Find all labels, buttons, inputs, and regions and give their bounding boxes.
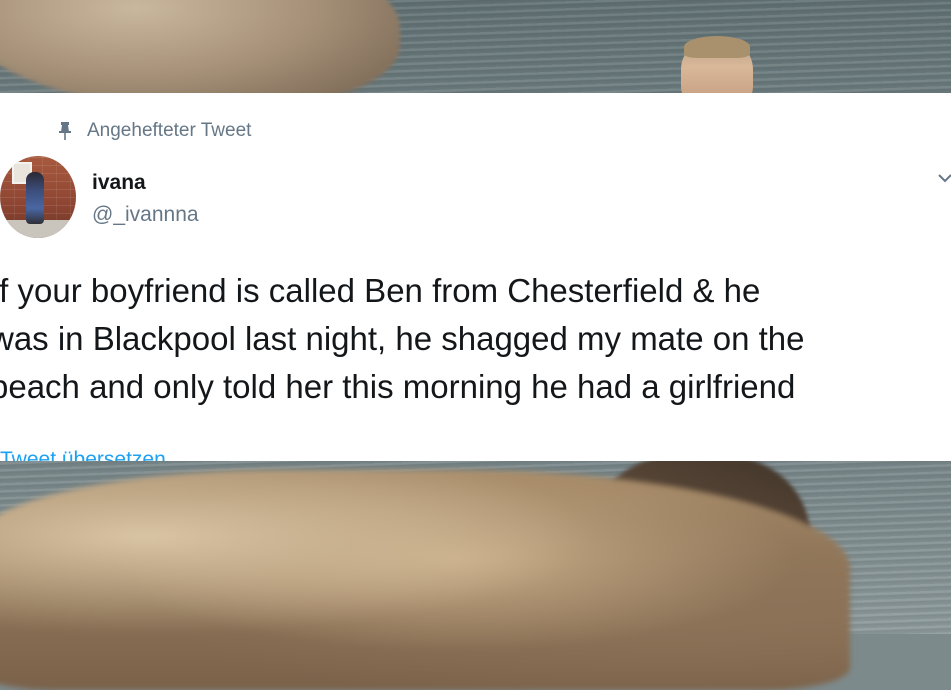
tweet-text: If your boyfriend is called Ben from Che… [0, 272, 805, 405]
pin-icon [59, 122, 71, 140]
avatar[interactable] [0, 156, 76, 238]
display-name[interactable]: ivana [92, 171, 146, 195]
person-hair [684, 36, 750, 58]
rock-bottom [0, 470, 850, 690]
tweet-card[interactable]: Angehefteter Tweet ivana @_ivannna If yo… [0, 93, 951, 461]
pinned-tweet-label: Angehefteter Tweet [87, 120, 252, 141]
chevron-down-icon[interactable] [938, 173, 951, 183]
pinned-tweet-row: Angehefteter Tweet [57, 119, 251, 143]
user-handle[interactable]: @_ivannna [92, 203, 199, 227]
translate-tweet-link[interactable]: Tweet übersetzen [0, 448, 166, 461]
